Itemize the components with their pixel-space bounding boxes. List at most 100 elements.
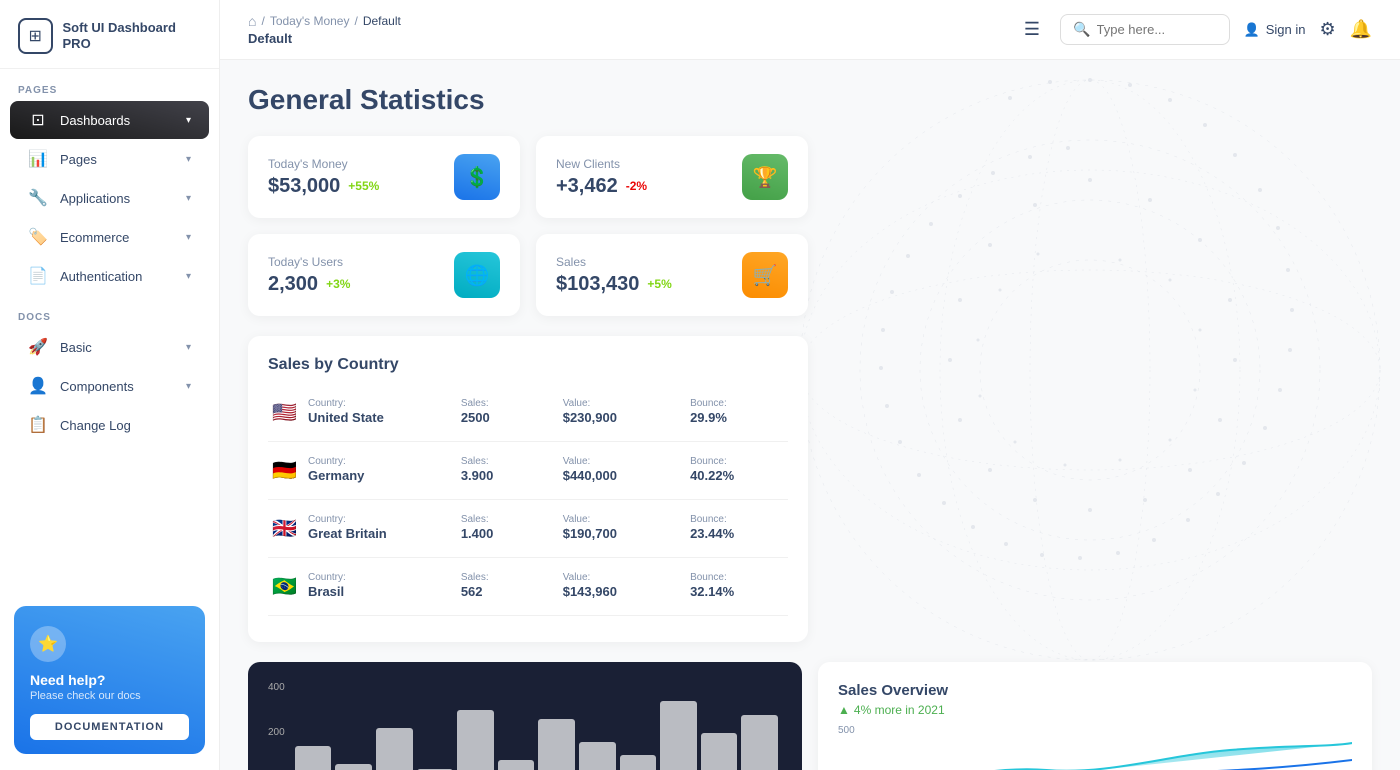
- user-icon: 👤: [1244, 22, 1260, 38]
- country-name: United State: [308, 410, 384, 425]
- pages-icon: 📊: [28, 149, 48, 169]
- bar-group: [295, 746, 332, 770]
- navbar: ⌂ / Today's Money / Default Default ☰ 🔍 …: [220, 0, 1400, 60]
- country-flag: 🇺🇸: [272, 402, 297, 424]
- stat-label-sales: Sales: [556, 255, 672, 269]
- page-title: Default: [248, 31, 401, 46]
- sidebar-item-changelog[interactable]: 📋 Change Log: [10, 406, 209, 444]
- sidebar-item-applications-label: Applications: [60, 191, 174, 206]
- basic-arrow-icon: ▾: [186, 342, 191, 353]
- logo-icon: ⊞: [18, 18, 53, 54]
- logo-text: Soft UI Dashboard PRO: [63, 20, 201, 51]
- sidebar-item-pages[interactable]: 📊 Pages ▾: [10, 140, 209, 178]
- sidebar-item-basic[interactable]: 🚀 Basic ▾: [10, 328, 209, 366]
- sales-change: +5%: [647, 277, 671, 291]
- users-change: +3%: [326, 277, 350, 291]
- basic-icon: 🚀: [28, 337, 48, 357]
- bar-group: [376, 728, 413, 770]
- overview-subtitle: ▲ 4% more in 2021: [838, 703, 1352, 717]
- sidebar-item-ecommerce[interactable]: 🏷️ Ecommerce ▾: [10, 218, 209, 256]
- clients-amount: +3,462: [556, 175, 618, 198]
- notification-icon[interactable]: 🔔: [1350, 19, 1372, 40]
- bounce-value: 29.9%: [690, 410, 727, 425]
- help-title: Need help?: [30, 672, 189, 688]
- help-subtitle: Please check our docs: [30, 690, 189, 702]
- money-change: +55%: [348, 179, 379, 193]
- breadcrumb-default: Default: [363, 14, 401, 28]
- table-row: 🇧🇷 Country: Brasil Sales: 562 Value: $14…: [268, 564, 788, 609]
- table-row: 🇬🇧 Country: Great Britain Sales: 1.400 V…: [268, 506, 788, 551]
- bar-group: [741, 715, 778, 770]
- sales-value: 562: [461, 584, 483, 599]
- value-col-label: Value:: [563, 572, 682, 583]
- country-table: 🇺🇸 Country: United State Sales: 2500 Val…: [268, 390, 788, 622]
- breadcrumb-sep-1: /: [261, 14, 264, 28]
- sidebar-item-changelog-label: Change Log: [60, 418, 191, 433]
- documentation-button[interactable]: DOCUMENTATION: [30, 714, 189, 740]
- money-amount: $53,000: [268, 175, 340, 198]
- y-200: 200: [268, 727, 285, 738]
- sidebar-item-pages-label: Pages: [60, 152, 174, 167]
- stat-card-clients-info: New Clients +3,462 -2%: [556, 157, 647, 198]
- bar: [579, 742, 616, 770]
- stat-value-money: $53,000 +55%: [268, 175, 379, 198]
- stat-label-money: Today's Money: [268, 157, 379, 171]
- bottom-row: 400 200 0 Sales Overview ▲ 4% more in 20…: [248, 662, 1372, 770]
- components-icon: 👤: [28, 376, 48, 396]
- home-icon: ⌂: [248, 13, 256, 29]
- settings-icon[interactable]: ⚙: [1319, 19, 1335, 40]
- sales-col-label: Sales:: [461, 456, 555, 467]
- bounce-col-label: Bounce:: [690, 572, 784, 583]
- value-col-label: Value:: [563, 514, 682, 525]
- components-arrow-icon: ▾: [186, 381, 191, 392]
- stat-card-sales: Sales $103,430 +5% 🛒: [536, 234, 808, 316]
- value-amount: $230,900: [563, 410, 617, 425]
- pages-section-label: PAGES: [0, 69, 219, 100]
- hamburger-button[interactable]: ☰: [1020, 15, 1044, 44]
- sidebar-item-authentication[interactable]: 📄 Authentication ▾: [10, 257, 209, 295]
- sidebar-item-components[interactable]: 👤 Components ▾: [10, 367, 209, 405]
- bar: [620, 755, 657, 770]
- sales-icon: 🛒: [742, 252, 788, 298]
- sidebar-item-dashboards[interactable]: ⊡ Dashboards ▾: [10, 101, 209, 139]
- overview-subtitle-text: 4% more in 2021: [854, 703, 945, 717]
- breadcrumb: ⌂ / Today's Money / Default Default: [248, 13, 1004, 46]
- users-amount: 2,300: [268, 273, 318, 296]
- bounce-value: 40.22%: [690, 468, 734, 483]
- sales-by-country-title: Sales by Country: [268, 356, 788, 374]
- bar: [498, 760, 535, 770]
- search-input[interactable]: [1097, 22, 1217, 37]
- stat-value-sales: $103,430 +5%: [556, 273, 672, 296]
- ecommerce-arrow-icon: ▾: [186, 232, 191, 243]
- sidebar-section-pages: PAGES ⊡ Dashboards ▾ 📊 Pages ▾ 🔧 Applica…: [0, 69, 219, 296]
- sidebar-item-authentication-label: Authentication: [60, 269, 174, 284]
- sidebar-item-components-label: Components: [60, 379, 174, 394]
- bar-group: [701, 733, 738, 770]
- bar: [660, 701, 697, 770]
- search-box: 🔍: [1060, 14, 1229, 45]
- signin-label: Sign in: [1266, 22, 1306, 37]
- globe-decoration: [780, 60, 1400, 680]
- country-flag: 🇧🇷: [272, 576, 297, 598]
- sidebar-item-applications[interactable]: 🔧 Applications ▾: [10, 179, 209, 217]
- sales-value: 1.400: [461, 526, 494, 541]
- table-row: 🇺🇸 Country: United State Sales: 2500 Val…: [268, 390, 788, 435]
- country-name: Great Britain: [308, 526, 387, 541]
- users-icon: 🌐: [454, 252, 500, 298]
- help-box: ⭐ Need help? Please check our docs DOCUM…: [14, 606, 205, 754]
- arrow-up-icon: ▲: [838, 703, 850, 717]
- sales-by-country-card: Sales by Country 🇺🇸 Country: United Stat…: [248, 336, 808, 642]
- sales-value: 3.900: [461, 468, 494, 483]
- clients-change: -2%: [626, 179, 647, 193]
- country-flag: 🇩🇪: [272, 460, 297, 482]
- value-col-label: Value:: [563, 456, 682, 467]
- ecommerce-icon: 🏷️: [28, 227, 48, 247]
- bar: [538, 719, 575, 770]
- bar: [457, 710, 494, 770]
- bar-chart: [291, 682, 782, 770]
- stat-card-sales-info: Sales $103,430 +5%: [556, 255, 672, 296]
- signin-button[interactable]: 👤 Sign in: [1244, 22, 1306, 38]
- applications-icon: 🔧: [28, 188, 48, 208]
- bar-group: [538, 719, 575, 770]
- content-area: General Statistics Today's Money $53,000…: [220, 60, 1400, 770]
